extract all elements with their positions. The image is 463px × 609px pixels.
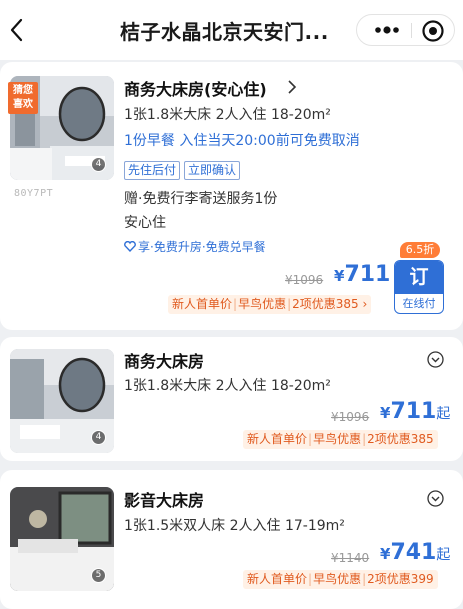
- price-from-suffix: 起: [436, 547, 451, 563]
- promo-early-bird: 早鸟优惠: [238, 297, 287, 311]
- price-from-suffix: 起: [436, 406, 451, 422]
- promo-strip[interactable]: 新人首单价|早鸟优惠|2项优惠399: [243, 570, 438, 589]
- chevron-right-icon[interactable]: [287, 79, 297, 94]
- promo-total: 2项优惠399: [367, 572, 434, 586]
- promo-newcomer: 新人首单价: [247, 432, 308, 446]
- promo-early-bird: 早鸟优惠: [313, 572, 362, 586]
- recommend-tag-line2: 喜欢: [13, 99, 33, 110]
- promo-newcomer: 新人首单价: [247, 572, 308, 586]
- chevron-down-circle-icon[interactable]: [427, 490, 444, 507]
- current-price: ¥711: [334, 262, 390, 287]
- room-photo[interactable]: 4: [10, 349, 114, 453]
- current-price: ¥711起: [380, 399, 450, 424]
- currency-symbol: ¥: [380, 545, 391, 563]
- room-name[interactable]: 商务大床房: [124, 348, 204, 372]
- original-price: ¥1096: [331, 410, 370, 424]
- discount-badge: 6.5折: [400, 242, 440, 258]
- chevron-right-icon: ›: [362, 297, 368, 311]
- promo-total: 2项优惠385: [292, 297, 359, 311]
- gift-text: 赠·免费行李寄送服务1份: [124, 191, 278, 207]
- room-name[interactable]: 商务大床房(安心住): [124, 76, 267, 100]
- promo-early-bird: 早鸟优惠: [313, 432, 362, 446]
- page-title: 桔子水晶北京天安门...: [120, 20, 329, 44]
- book-label: 订: [395, 261, 443, 294]
- promo-total: 2项优惠385: [367, 432, 434, 446]
- original-price: ¥1096: [285, 273, 324, 287]
- watermark-code: 80Y7PT: [14, 188, 54, 199]
- photo-count: 5: [91, 568, 106, 583]
- photo-count: 4: [91, 157, 106, 172]
- promo-strip[interactable]: 新人首单价|早鸟优惠|2项优惠385: [243, 430, 438, 449]
- room-name[interactable]: 影音大床房: [124, 487, 204, 511]
- chevron-down-circle-icon[interactable]: [427, 351, 444, 368]
- capsule-divider: [411, 23, 412, 38]
- promo-strip[interactable]: 新人首单价|早鸟优惠|2项优惠385 ›: [168, 295, 372, 314]
- recommend-tag-line1: 猜您: [13, 85, 33, 96]
- badge-row: 先住后付 立即确认: [124, 159, 244, 180]
- book-button[interactable]: 订 在线付: [394, 260, 444, 314]
- recommend-tag: 猜您 喜欢: [8, 82, 38, 114]
- breakfast-cancel-policy: 1份早餐 入住当天20:00前可免费取消: [124, 133, 360, 149]
- instant-confirm-badge: 立即确认: [184, 161, 241, 180]
- price-value: 711: [344, 262, 391, 287]
- perk-text: 享·免费升房·免费兑早餐: [138, 240, 266, 254]
- photo-count: 4: [91, 430, 106, 445]
- current-price: ¥741起: [380, 540, 450, 565]
- pay-later-badge: 先住后付: [124, 161, 181, 180]
- price-value: 741: [390, 540, 437, 565]
- price-value: 711: [390, 399, 437, 424]
- currency-symbol: ¥: [334, 267, 345, 285]
- currency-symbol: ¥: [380, 404, 391, 422]
- room-spec: 1张1.8米大床 2人入住 18-20m²: [124, 378, 331, 394]
- room-photo[interactable]: 5: [10, 487, 114, 591]
- room-card[interactable]: 4 猜您 喜欢 80Y7PT 商务大床房(安心住) 1张1.8米大床 2人入住 …: [0, 62, 463, 330]
- member-perk[interactable]: 享·免费升房·免费兑早餐: [124, 238, 266, 255]
- more-dots-icon[interactable]: [369, 15, 405, 45]
- pay-online-label: 在线付: [402, 297, 436, 310]
- promo-newcomer: 新人首单价: [172, 297, 233, 311]
- safe-stay-text: 安心住: [124, 215, 166, 231]
- target-icon[interactable]: [421, 19, 445, 43]
- room-spec: 1张1.8米大床 2人入住 18-20m²: [124, 107, 331, 123]
- room-card[interactable]: 5 影音大床房 1张1.5米双人床 2人入住 17-19m² ¥1140 ¥74…: [0, 470, 463, 609]
- mini-program-capsule: [356, 14, 455, 46]
- heart-icon: [124, 240, 136, 253]
- room-spec: 1张1.5米双人床 2人入住 17-19m²: [124, 518, 345, 534]
- back-icon[interactable]: [6, 16, 30, 44]
- original-price: ¥1140: [331, 551, 370, 565]
- room-card[interactable]: 4 商务大床房 1张1.8米大床 2人入住 18-20m² ¥1096 ¥711…: [0, 337, 463, 461]
- top-bar: 桔子水晶北京天安门...: [0, 0, 463, 60]
